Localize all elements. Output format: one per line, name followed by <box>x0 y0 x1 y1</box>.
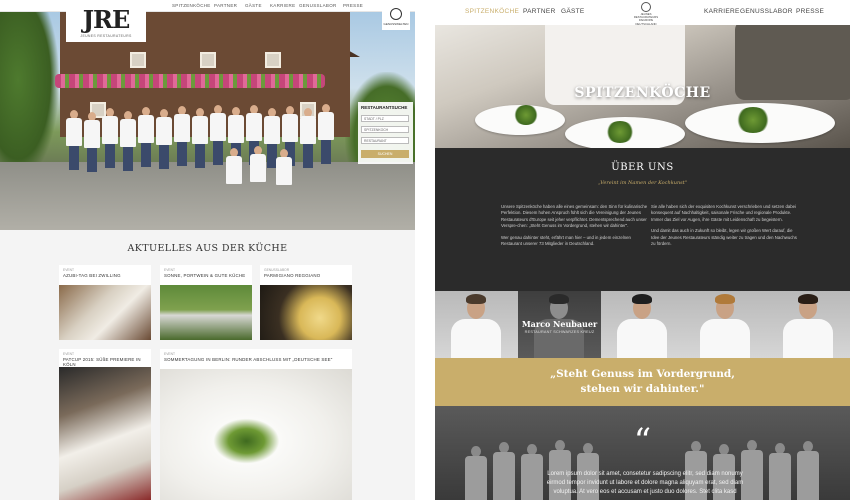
about-paragraph: Wer genau dahinter steht, erfährt man hi… <box>501 234 631 247</box>
chef-portrait[interactable] <box>767 291 850 358</box>
testimonial-section: “ Lorem ipsum dolor sit amet, consetetur… <box>435 406 850 500</box>
logo-ring-icon <box>641 2 651 12</box>
nav-spitzenkoeche[interactable]: SPITZENKÖCHE <box>465 8 519 15</box>
card-image <box>59 285 151 340</box>
chef-portrait-active[interactable]: Marco Neubauer RESTAURANT SCHWARZES KREU… <box>518 291 601 358</box>
city-zip-field[interactable]: STADT / PLZ <box>361 115 409 122</box>
nav-partner[interactable]: PARTNER <box>523 8 556 15</box>
news-section-title: AKTUELLES AUS DER KÜCHE <box>127 243 288 254</box>
about-quote: „Vereint im Namen der Kochkunst" <box>597 180 688 186</box>
search-button[interactable]: SUCHEN <box>361 150 409 158</box>
about-column-left: Unsere Spitzenköche haben alle eines gem… <box>501 204 651 252</box>
top-navigation: SPITZENKÖCHE PARTNER GÄSTE KARRIERE GENU… <box>0 0 415 12</box>
homepage-mockup: RESTAURANTSUCHE STADT / PLZ SPITZENKOCH … <box>0 0 415 500</box>
logo-text: JEUNES RESTAURATEURS D'EUROPE DEUTSCHLAN… <box>633 12 659 26</box>
chef-select[interactable]: SPITZENKOCH <box>361 126 409 133</box>
about-us-section: ÜBER UNS „Vereint im Namen der Kochkunst… <box>435 148 850 291</box>
news-card[interactable]: EVENT SONNE, PORTWEIN & GUTE KÜCHE <box>160 265 252 340</box>
hero-kitchen-image: SPITZENKÖCHE <box>435 25 850 148</box>
logo-mark: JRE <box>82 5 131 34</box>
card-image <box>59 367 151 500</box>
jre-logo[interactable]: JEUNES RESTAURATEURS D'EUROPE DEUTSCHLAN… <box>630 2 662 26</box>
card-category: GENUSSLABOR <box>264 268 290 272</box>
logo-subtitle: JEUNES RESTAURATEURS <box>80 34 132 38</box>
chef-name: Marco Neubauer <box>521 319 598 329</box>
claim-line-2: stehen wir dahinter." <box>580 383 705 395</box>
about-title: ÜBER UNS <box>611 162 674 173</box>
restaurant-select[interactable]: RESTAURANT <box>361 137 409 144</box>
card-category: EVENT <box>63 268 74 272</box>
card-title: AZUBI-TAG BEI ZWILLING <box>63 273 121 278</box>
card-category: EVENT <box>63 352 74 356</box>
hero-image-group-photo: RESTAURANTSUCHE STADT / PLZ SPITZENKOCH … <box>0 12 415 230</box>
site-logo[interactable]: JRE JEUNES RESTAURATEURS <box>66 4 146 42</box>
dish <box>735 107 771 133</box>
chef-restaurant: RESTAURANT SCHWARZES KREUZ <box>524 330 595 334</box>
news-card[interactable]: GENUSSLABOR PARMIGIANO REGGIANO <box>260 265 352 340</box>
restaurant-search-title: RESTAURANTSUCHE <box>361 105 408 110</box>
card-title: PATCUP 2015: SÜßE PREMIERE IN KÖLN <box>63 357 141 367</box>
card-title: SOMMERTAGUNG IN BERLIN: RUNDER ABSCHLUSS… <box>164 357 333 362</box>
about-paragraph: Unsere Spitzenköche haben alle eines gem… <box>501 204 648 229</box>
about-column-right: Sie alle haben sich der exquisiten Kochk… <box>651 204 801 252</box>
chef-portrait[interactable] <box>684 291 767 358</box>
card-image <box>160 369 352 500</box>
nav-karriere[interactable]: KARRIERE <box>270 3 295 8</box>
testimonial-text: eirmod tempor invidunt ut labore et dolo… <box>546 480 744 486</box>
nav-karriere[interactable]: KARRIERE <box>704 8 740 15</box>
card-category: EVENT <box>164 268 175 272</box>
nav-gaeste[interactable]: GÄSTE <box>245 3 262 8</box>
nav-presse[interactable]: PRESSE <box>796 8 824 15</box>
hero-title: SPITZENKÖCHE <box>574 85 711 101</box>
news-card[interactable]: EVENT AZUBI-TAG BEI ZWILLING <box>59 265 151 340</box>
card-image <box>160 285 252 340</box>
flower-boxes <box>55 74 325 88</box>
about-paragraph: Sie alle haben sich der exquisiten Kochk… <box>651 204 796 222</box>
chef-portrait[interactable] <box>601 291 684 358</box>
nav-gaeste[interactable]: GÄSTE <box>561 8 585 15</box>
trees-left <box>0 12 60 182</box>
testimonial-text: voluptua. At vero eos et accusam et just… <box>553 489 737 495</box>
genusswelten-badge[interactable]: GENUSSWELTEN <box>382 0 410 30</box>
nav-genusslabor[interactable]: GENUSSLABOR <box>299 3 337 8</box>
nav-genusslabor[interactable]: GENUSSLABOR <box>740 8 793 15</box>
dish <box>605 121 635 143</box>
restaurant-search-panel: RESTAURANTSUCHE STADT / PLZ SPITZENKOCH … <box>358 102 413 164</box>
card-category: EVENT <box>164 352 175 356</box>
news-card[interactable]: EVENT SOMMERTAGUNG IN BERLIN: RUNDER ABS… <box>160 349 352 500</box>
presentation-stage: RESTAURANTSUCHE STADT / PLZ SPITZENKOCH … <box>0 0 850 500</box>
testimonial-text: Lorem ipsum dolor sit amet, consetetur s… <box>547 471 743 477</box>
chef-portrait[interactable] <box>435 291 518 358</box>
card-title: PARMIGIANO REGGIANO <box>264 273 321 278</box>
news-card[interactable]: EVENT PATCUP 2015: SÜßE PREMIERE IN KÖLN <box>59 349 151 500</box>
nav-partner[interactable]: PARTNER <box>214 3 237 8</box>
nav-spitzenkoeche[interactable]: SPITZENKÖCHE <box>172 3 211 8</box>
badge-label: GENUSSWELTEN <box>383 22 409 26</box>
spitzenkoeche-page-mockup: SPITZENKÖCHE SPITZENKÖCHE PARTNER GÄSTE … <box>435 0 850 500</box>
chef-portrait-strip: Marco Neubauer RESTAURANT SCHWARZES KREU… <box>435 291 850 358</box>
claim-line-1: „Steht Genuss im Vordergrund, <box>550 368 735 380</box>
card-title: SONNE, PORTWEIN & GUTE KÜCHE <box>164 273 246 278</box>
nav-presse[interactable]: PRESSE <box>343 3 363 8</box>
about-paragraph: Und damit das auch in Zukunft so bleibt,… <box>651 228 797 247</box>
top-navigation: SPITZENKÖCHE PARTNER GÄSTE JEUNES RESTAU… <box>435 0 850 25</box>
ground <box>0 162 415 230</box>
claim-banner: „Steht Genuss im Vordergrund, stehen wir… <box>435 358 850 406</box>
quote-mark-icon: “ <box>633 421 652 461</box>
badge-ring-icon <box>390 8 402 20</box>
dish <box>513 105 539 125</box>
card-image <box>260 285 352 340</box>
